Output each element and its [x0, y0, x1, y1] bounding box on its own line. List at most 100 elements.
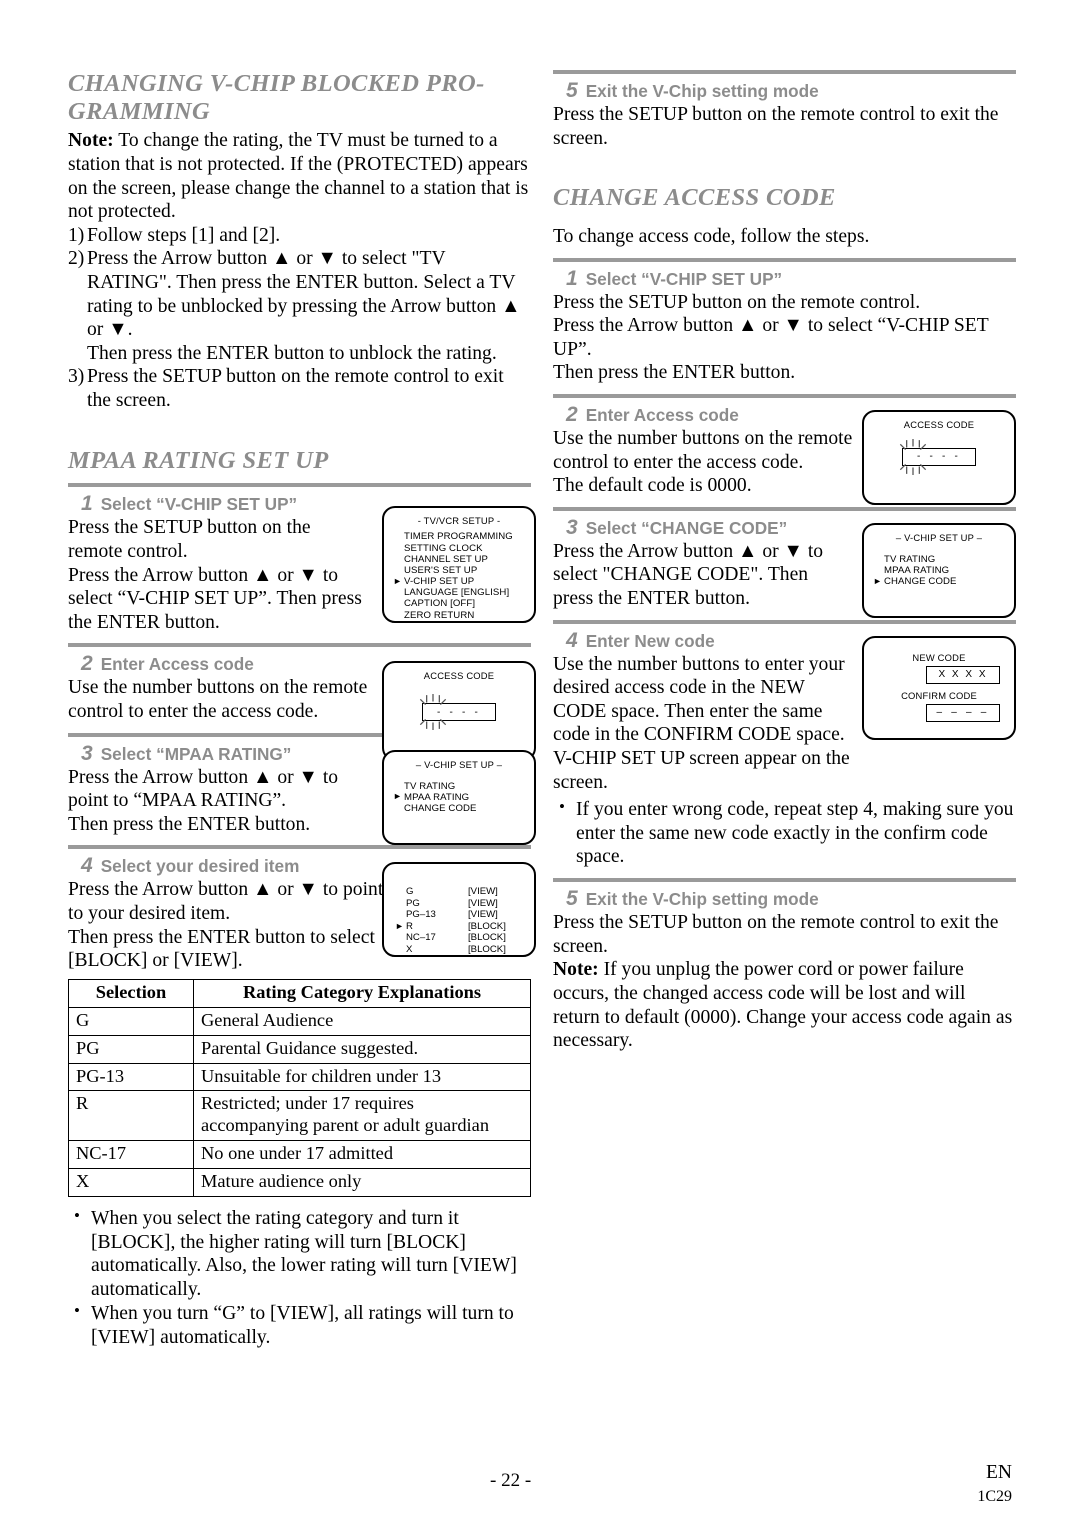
section-divider [553, 393, 1016, 398]
step-line: The default code is 0000. [553, 475, 752, 497]
right-column: 5 Exit the V-Chip setting mode Press the… [553, 70, 1016, 1053]
numbered-step: 3) Press the SETUP button on the remote c… [68, 365, 531, 412]
mpaa-step-4: 4 Select your desired item Press the Arr… [68, 854, 536, 972]
osd-menu-item: ZERO RETURN [404, 610, 534, 621]
mpaa-bullet-list: • When you select the rating category and… [68, 1206, 531, 1350]
left-column: CHANGING V-CHIP BLOCKED PRO-GRAMMING Not… [68, 70, 536, 1351]
access-code-field-wrap: - - - - [419, 694, 496, 731]
osd-title: – V-CHIP SET UP – [415, 758, 503, 770]
step-line: Press the SETUP button on the remote con… [553, 104, 999, 149]
table-row: R Restricted; under 17 requires accompany… [68, 1090, 531, 1142]
osd-menu-item-selected: ► CHANGE CODE [873, 576, 1014, 588]
rating-value: [BLOCK] [468, 920, 506, 932]
step-line: Use the number buttons on the remote con… [68, 677, 368, 722]
rating-value: [VIEW] [468, 886, 498, 898]
cell-explanation: No one under 17 admitted [193, 1140, 531, 1170]
step-number: 3 [566, 515, 578, 539]
section-divider [68, 483, 531, 488]
section-divider [553, 70, 1016, 74]
rating-value: [VIEW] [468, 897, 498, 909]
numbered-step: 1) Follow steps [1] and [2]. [68, 224, 531, 248]
bullet-icon: • [74, 1301, 80, 1321]
step-number: 4 [566, 628, 578, 652]
step-body: Press the SETUP button on the remote con… [68, 516, 368, 634]
osd-menu-item: TV RATING [884, 554, 1014, 565]
osd-new-code-label: NEW CODE [912, 651, 966, 663]
osd-menu-item: LANGUAGE [ENGLISH] [404, 587, 534, 598]
change-code-step-5: 5 Exit the V-Chip setting mode Press the… [553, 888, 1016, 1053]
osd-menu-item-selected: ► V-CHIP SET UP [393, 576, 534, 587]
new-code-field[interactable]: X X X X [926, 665, 1000, 684]
bullet-text: If you enter wrong code, repeat step 4, … [576, 799, 1014, 868]
step-text: Then press the ENTER button to unblock t… [87, 342, 497, 364]
osd-menu-item: TIMER PROGRAMMING [404, 531, 534, 542]
change-code-note: Note: If you unplug the power cord or po… [553, 958, 1016, 1052]
osd-vchip-setup-mpaa: – V-CHIP SET UP – TV RATING ► MPAA RATING… [382, 749, 536, 845]
step-number: 1 [566, 266, 578, 290]
osd-menu-item: TV RATING [404, 781, 534, 792]
section-divider [553, 619, 1016, 624]
bullet-text: When you turn “G” to [VIEW], all ratings… [91, 1303, 514, 1349]
step-label: Select “MPAA RATING” [100, 743, 292, 764]
section-divider [553, 506, 1016, 511]
osd-item-label: CAPTION [OFF] [404, 598, 476, 610]
osd-rating-row: PG–13 [VIEW] [406, 909, 534, 921]
bullet-text: When you select the rating category and … [91, 1207, 517, 1300]
numbered-step-continuation: Then press the ENTER button to unblock t… [68, 342, 531, 366]
step-line: Press the SETUP button on the remote con… [553, 912, 999, 957]
osd-item-label: MPAA RATING [884, 564, 950, 576]
osd-item-label: MPAA RATING [404, 791, 470, 803]
osd-rating-row: PG [VIEW] [406, 898, 534, 910]
cell-explanation: Unsuitable for children under 13 [193, 1062, 531, 1092]
osd-title: – V-CHIP SET UP – [895, 531, 983, 543]
step-line: Then press the ENTER button. [553, 362, 796, 384]
step-body: Use the number buttons on the remote con… [553, 427, 871, 498]
note-label: Note: [553, 959, 599, 981]
rating-category-table: Selection Rating Category Explanations G… [68, 978, 531, 1197]
osd-item-label: TV RATING [884, 553, 936, 565]
step-line: Press the SETUP button on the remote con… [553, 291, 921, 313]
rating-value: [VIEW] [468, 909, 498, 921]
table-row: PG-13 Unsuitable for children under 13 [68, 1062, 531, 1092]
rating-name: X [406, 943, 413, 955]
step-text: Follow steps [1] and [2]. [87, 224, 281, 246]
osd-mpaa-rating-list: G [VIEW] PG [VIEW] PG–13 [VIEW] ► R [BLOCK] N… [382, 862, 536, 958]
step-number: 5 [566, 79, 578, 102]
vchip-step-5: 5 Exit the V-Chip setting mode Press the… [553, 80, 1016, 150]
step-number: 2 [566, 402, 578, 426]
osd-menu-list: TV RATING ► MPAA RATING CHANGE CODE [384, 781, 534, 815]
pointer-icon: ► [393, 575, 403, 586]
step-number: 3 [81, 741, 93, 765]
step-header: 5 Exit the V-Chip setting mode [553, 888, 1016, 909]
step-number: 1 [81, 492, 93, 516]
table-row: X Mature audience only [68, 1168, 531, 1197]
step-marker: 1) [68, 224, 85, 246]
step-label: Select “V-CHIP SET UP” [100, 494, 298, 515]
cell-explanation: Mature audience only [193, 1168, 531, 1197]
access-code-field[interactable]: - - - - [422, 703, 496, 722]
step-line: Then press the ENTER button. [68, 813, 311, 835]
step-number: 4 [81, 854, 93, 878]
step-line: Use the number buttons on the remote con… [553, 427, 853, 473]
cell-selection: X [68, 1168, 194, 1197]
step-header: 1 Select “V-CHIP SET UP” [553, 268, 1016, 289]
osd-tvvcr-setup: - TV/VCR SETUP - TIMER PROGRAMMING SETTI… [382, 506, 536, 624]
osd-rating-row: NC–17 [BLOCK] [406, 932, 534, 944]
step-body: Press the Arrow button ▲ or ▼ to point t… [68, 766, 380, 837]
table-row: NC-17 No one under 17 admitted [68, 1140, 531, 1170]
step-body: Use the number buttons to enter your des… [553, 653, 856, 795]
confirm-code-field[interactable]: – – – – [926, 703, 1000, 722]
list-item: • When you select the rating category and… [68, 1206, 531, 1301]
rating-name: PG–13 [406, 909, 436, 921]
step-label: Enter Access code [585, 404, 739, 425]
osd-access-code-2: ACCESS CODE - - - - [862, 409, 1016, 505]
step-line: Press the SETUP button on the remote con… [68, 517, 311, 562]
step-line: Press the Arrow button ▲ or ▼ to point t… [68, 879, 384, 925]
change-code-intro: To change access code, follow the steps. [553, 225, 870, 247]
change-code-step-2: 2 Enter Access code Use the number butto… [553, 402, 1016, 505]
access-code-field[interactable]: - - - - [902, 447, 976, 466]
osd-menu-item: SETTING CLOCK [404, 543, 534, 554]
step-label: Select “CHANGE CODE” [585, 517, 788, 538]
osd-item-label: CHANGE CODE [884, 576, 957, 588]
